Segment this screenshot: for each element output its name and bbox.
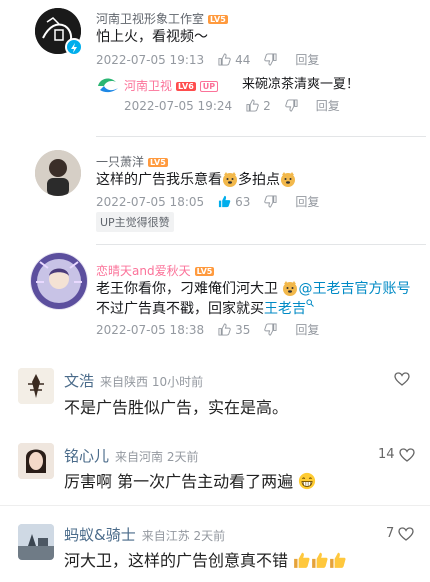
like-count: 35 bbox=[235, 322, 251, 337]
timestamp: 2022-07-05 18:38 bbox=[96, 322, 205, 337]
level-badge: LV6 bbox=[176, 82, 196, 91]
comment-text-line2: 不过广告真不戳，回家就买王老吉 bbox=[96, 299, 314, 319]
username[interactable]: 铭心儿 来自河南 2天前 bbox=[64, 445, 198, 466]
thumbs-up-emoji-icon bbox=[294, 552, 310, 568]
dislike-button[interactable] bbox=[264, 195, 281, 208]
comment-text: 怕上火，看视频～ bbox=[96, 29, 208, 45]
avatar[interactable] bbox=[30, 252, 88, 310]
like-button[interactable]: 63 bbox=[218, 195, 250, 209]
comment-text: 不是广告胜似广告，实在是高。 bbox=[64, 398, 289, 417]
reply-button[interactable]: 回复 bbox=[316, 97, 340, 114]
thumb-down-icon bbox=[264, 195, 277, 208]
location-time: 来自江苏 2天前 bbox=[141, 529, 226, 543]
location-time: 来自陕西 10小时前 bbox=[100, 375, 204, 389]
heart-icon bbox=[398, 526, 414, 541]
reply-button[interactable]: 回复 bbox=[295, 321, 319, 338]
like-count: 63 bbox=[235, 194, 251, 209]
username[interactable]: 蚂蚁&骑士 来自江苏 2天前 bbox=[64, 524, 225, 545]
like-button[interactable] bbox=[394, 372, 410, 386]
grin-emoji-icon bbox=[299, 472, 316, 490]
search-link[interactable]: 王老吉 bbox=[264, 301, 306, 317]
avatar[interactable] bbox=[18, 443, 54, 479]
level-badge: LV5 bbox=[148, 158, 168, 167]
username[interactable]: 一只萧洋 LV5 bbox=[96, 153, 168, 170]
heart-icon bbox=[398, 447, 415, 462]
thumb-up-icon bbox=[246, 99, 259, 112]
thumb-up-icon bbox=[218, 323, 231, 336]
like-count: 7 bbox=[386, 526, 395, 541]
doge-emoji-icon bbox=[281, 172, 295, 187]
up-liked-tag: UP主觉得很赞 bbox=[96, 212, 174, 232]
comment-meta: 2022-07-05 19:13 44 回复 bbox=[96, 51, 319, 68]
like-button[interactable]: 2 bbox=[246, 99, 271, 113]
doge-emoji-icon bbox=[223, 172, 237, 187]
reply-meta: 2022-07-05 19:24 2 回复 bbox=[124, 97, 340, 114]
divider bbox=[96, 244, 426, 245]
thumb-down-icon bbox=[264, 53, 277, 66]
comment-meta: 2022-07-05 18:05 63 回复 bbox=[96, 193, 319, 210]
level-badge: LV5 bbox=[194, 267, 215, 276]
reply-button[interactable]: 回复 bbox=[295, 193, 319, 210]
like-count: 2 bbox=[263, 98, 271, 113]
search-icon bbox=[306, 299, 314, 307]
timestamp: 2022-07-05 19:13 bbox=[96, 52, 205, 67]
thumb-down-icon bbox=[264, 323, 277, 336]
dislike-button[interactable] bbox=[285, 99, 302, 112]
timestamp: 2022-07-05 18:05 bbox=[96, 194, 205, 209]
reply-button[interactable]: 回复 bbox=[295, 51, 319, 68]
comment-text-line1: 老王你看你，刁难俺们河大卫 @王老吉官方账号 bbox=[96, 281, 411, 297]
thumbs-up-emoji-icon bbox=[330, 552, 346, 568]
like-count: 14 bbox=[378, 447, 395, 462]
divider bbox=[96, 136, 426, 137]
thumb-up-icon bbox=[218, 53, 231, 66]
verified-badge-icon bbox=[65, 38, 83, 56]
like-count: 44 bbox=[235, 52, 251, 67]
location-time: 来自河南 2天前 bbox=[115, 450, 199, 464]
avatar[interactable] bbox=[18, 524, 54, 560]
username[interactable]: 河南卫视形象工作室 LV5 bbox=[96, 10, 228, 27]
divider bbox=[0, 505, 430, 506]
avatar[interactable] bbox=[18, 368, 54, 404]
dislike-button[interactable] bbox=[264, 53, 281, 66]
doge-emoji-icon bbox=[283, 281, 298, 296]
dislike-button[interactable] bbox=[264, 323, 281, 336]
avatar[interactable] bbox=[35, 150, 81, 196]
username[interactable]: 河南卫视 LV6 UP bbox=[124, 77, 219, 94]
level-badge: LV5 bbox=[208, 15, 228, 24]
comment-meta: 2022-07-05 18:38 35 回复 bbox=[96, 321, 319, 338]
avatar[interactable] bbox=[96, 76, 120, 94]
thumb-up-filled-icon bbox=[219, 195, 231, 208]
like-button[interactable]: 44 bbox=[218, 53, 250, 67]
username[interactable]: 文浩 来自陕西 10小时前 bbox=[64, 370, 203, 391]
reply-text: 来碗凉茶清爽一夏！ bbox=[242, 77, 360, 92]
timestamp: 2022-07-05 19:24 bbox=[124, 98, 233, 113]
up-badge: UP bbox=[199, 81, 219, 92]
username[interactable]: 恋晴天and爱秋天 LV5 bbox=[96, 262, 215, 279]
thumb-down-icon bbox=[285, 99, 298, 112]
like-button[interactable]: 35 bbox=[218, 323, 250, 337]
mention-link[interactable]: @王老吉官方账号 bbox=[298, 281, 410, 297]
comment-text: 这样的广告我乐意看 多拍点 bbox=[96, 170, 296, 190]
heart-icon bbox=[394, 372, 410, 386]
like-button[interactable]: 7 bbox=[386, 526, 414, 541]
like-button[interactable]: 14 bbox=[378, 447, 415, 462]
comment-text: 河大卫，这样的广告创意真不错 bbox=[64, 547, 347, 571]
thumbs-up-emoji-icon bbox=[312, 552, 328, 568]
comment-text: 厉害啊 第一次广告主动看了两遍 bbox=[64, 468, 316, 492]
